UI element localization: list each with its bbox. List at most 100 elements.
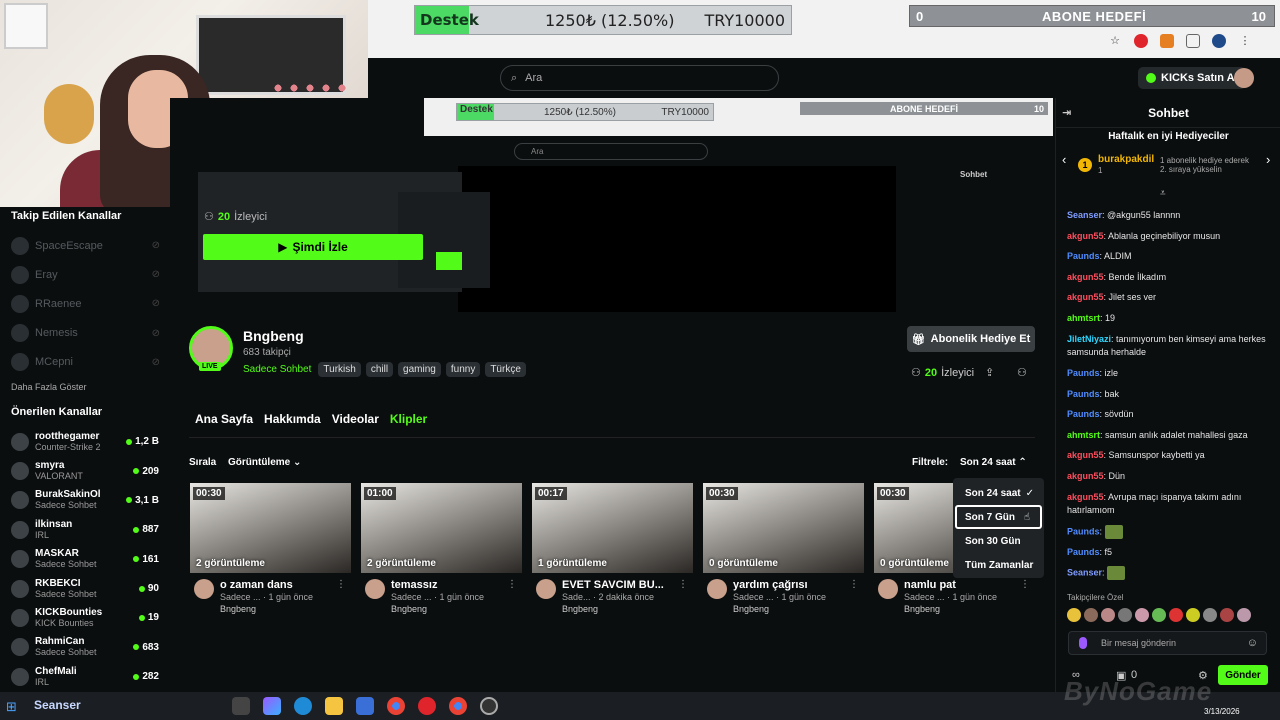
followed-item[interactable]: SpaceEscape ⊘	[11, 231, 170, 260]
clip-card[interactable]: 00:17 1 görüntüleme EVET SAVCIM BU... Sade.…	[532, 483, 693, 615]
emote-icon[interactable]	[1101, 608, 1115, 622]
chrome-icon[interactable]	[387, 697, 405, 715]
tag-pill[interactable]: Turkish	[318, 362, 361, 377]
avatar[interactable]	[878, 579, 898, 599]
emote-icon[interactable]	[1084, 608, 1098, 622]
chat-username[interactable]: akgun55	[1067, 450, 1104, 460]
filter-option[interactable]: Tüm Zamanlar	[953, 553, 1044, 577]
clip-title[interactable]: namlu pat	[904, 579, 1014, 591]
video-player[interactable]: Destek 1250₺ (12.50%) TRY10000 ABONE HED…	[170, 98, 1055, 312]
recommended-item[interactable]: rootthegamer Counter-Strike 2 1,2 B	[11, 427, 170, 456]
profile-icon[interactable]	[1212, 34, 1226, 48]
search-input[interactable]: ⌕ Ara	[500, 65, 779, 91]
chrome-icon[interactable]	[449, 697, 467, 715]
clip-channel[interactable]: Bngbeng	[220, 603, 330, 615]
chat-username[interactable]: akgun55	[1067, 492, 1104, 502]
clip-channel[interactable]: Bngbeng	[733, 603, 843, 615]
chevron-left-icon[interactable]: ‹	[1062, 152, 1066, 167]
filter-select[interactable]: Son 24 saat ⌃	[960, 457, 1027, 468]
gift-sub-button[interactable]: 🎁︎ Abonelik Hediye Et	[907, 326, 1035, 352]
chat-username[interactable]: Paunds	[1067, 368, 1100, 378]
recommended-item[interactable]: ilkinsan IRL 887	[11, 515, 170, 544]
clip-card[interactable]: 01:00 2 görüntüleme temassız Sadece ... · 1…	[361, 483, 522, 615]
recommended-item[interactable]: KICKBounties KICK Bounties 19	[11, 603, 170, 632]
more-options-icon[interactable]: ⋮	[1020, 579, 1030, 615]
clip-thumbnail[interactable]: 00:30 2 görüntüleme	[190, 483, 351, 573]
chat-username[interactable]: Seanser	[1067, 568, 1102, 578]
extension-icon[interactable]	[1134, 34, 1148, 48]
copilot-icon[interactable]	[263, 697, 281, 715]
tag-pill[interactable]: gaming	[398, 362, 441, 377]
filter-option[interactable]: Son 7 Gün ☝︎	[955, 505, 1042, 529]
more-options-icon[interactable]: ⋮	[678, 579, 688, 615]
recommended-item[interactable]: RKBEKCI Sadece Sohbet 90	[11, 574, 170, 603]
followed-item[interactable]: Eray ⊘	[11, 260, 170, 289]
edge-icon[interactable]	[294, 697, 312, 715]
metamask-icon[interactable]	[1160, 34, 1174, 48]
clip-title[interactable]: EVET SAVCIM BU...	[562, 579, 672, 591]
emote-icon[interactable]	[1186, 608, 1200, 622]
tag-pill[interactable]: chill	[365, 362, 394, 377]
chat-username[interactable]: akgun55	[1067, 272, 1104, 282]
followed-item[interactable]: Nemesis ⊘	[11, 319, 170, 348]
clip-thumbnail[interactable]: 00:30 0 görüntüleme	[703, 483, 864, 573]
show-more-link[interactable]: Daha Fazla Göster	[11, 382, 170, 392]
store-icon[interactable]	[356, 697, 374, 715]
filter-option[interactable]: Son 30 Gün	[953, 529, 1044, 553]
tab-clips[interactable]: Klipler	[390, 412, 427, 426]
collapse-icon[interactable]: ⇥	[1062, 106, 1071, 119]
folder-icon[interactable]	[325, 697, 343, 715]
more-options-icon[interactable]: ⋮	[336, 579, 346, 615]
clip-title[interactable]: o zaman dans	[220, 579, 330, 591]
star-icon[interactable]: ☆	[1108, 34, 1122, 48]
emote-icon[interactable]	[1220, 608, 1234, 622]
pinned-icon[interactable]: ⩡	[1160, 188, 1166, 199]
chat-username[interactable]: Seanser	[1067, 210, 1102, 220]
avatar[interactable]	[707, 579, 727, 599]
emote-icon[interactable]	[1152, 608, 1166, 622]
user-avatar[interactable]	[1234, 68, 1254, 88]
puzzle-icon[interactable]	[1186, 34, 1200, 48]
channel-name[interactable]: Bngbeng	[243, 328, 304, 344]
emote-icon[interactable]	[1169, 608, 1183, 622]
tab-home[interactable]: Ana Sayfa	[195, 412, 253, 426]
recommended-item[interactable]: ChefMali IRL 282	[11, 662, 170, 691]
clip-title[interactable]: temassız	[391, 579, 501, 591]
emote-icon[interactable]	[1118, 608, 1132, 622]
chat-username[interactable]: akgun55	[1067, 292, 1104, 302]
emote-icon[interactable]	[1237, 608, 1251, 622]
avatar[interactable]	[365, 579, 385, 599]
sort-select[interactable]: Görüntüleme ⌄	[228, 457, 301, 468]
more-options-icon[interactable]: ⋮	[849, 579, 859, 615]
clip-title[interactable]: yardım çağrısı	[733, 579, 843, 591]
share-icon[interactable]: ⇪	[985, 366, 994, 379]
filter-option[interactable]: Son 24 saat ✓	[953, 481, 1044, 505]
avatar[interactable]	[536, 579, 556, 599]
recommended-item[interactable]: smyra VALORANT 209	[11, 456, 170, 485]
chat-username[interactable]: akgun55	[1067, 231, 1104, 241]
chat-username[interactable]: Paunds	[1067, 547, 1100, 557]
avatar[interactable]	[194, 579, 214, 599]
chat-username[interactable]: Paunds	[1067, 526, 1100, 536]
clip-thumbnail[interactable]: 01:00 2 görüntüleme	[361, 483, 522, 573]
clip-channel[interactable]: Bngbeng	[904, 603, 1014, 615]
recommended-item[interactable]: RahmiCan Sadece Sohbet 683	[11, 633, 170, 662]
send-button[interactable]: Gönder	[1218, 665, 1268, 685]
tag-pill[interactable]: funny	[445, 362, 481, 377]
emote-icon[interactable]	[1135, 608, 1149, 622]
clip-thumbnail[interactable]: 00:17 1 görüntüleme	[532, 483, 693, 573]
recommended-item[interactable]: BurakSakinOl Sadece Sohbet 3,1 B	[11, 486, 170, 515]
followed-item[interactable]: MCepni ⊘	[11, 348, 170, 377]
tab-about[interactable]: Hakkımda	[264, 412, 321, 426]
chat-username[interactable]: ahmtsrt	[1067, 313, 1100, 323]
clip-card[interactable]: 00:30 0 görüntüleme yardım çağrısı Sadece .…	[703, 483, 864, 615]
buy-kicks-button[interactable]: KICKs Satın Al	[1138, 67, 1246, 89]
chat-input[interactable]: Bir mesaj gönderin ☺	[1068, 631, 1267, 655]
windows-start-icon[interactable]: ⊞	[6, 699, 17, 715]
watch-now-button[interactable]: ▶ Şimdi İzle	[203, 234, 423, 260]
more-options-icon[interactable]: ⋮	[507, 579, 517, 615]
tab-videos[interactable]: Videolar	[332, 412, 379, 426]
chevron-right-icon[interactable]: ›	[1266, 152, 1270, 167]
clip-card[interactable]: 00:30 2 görüntüleme o zaman dans Sadece ...…	[190, 483, 351, 615]
followed-item[interactable]: RRaenee ⊘	[11, 289, 170, 318]
